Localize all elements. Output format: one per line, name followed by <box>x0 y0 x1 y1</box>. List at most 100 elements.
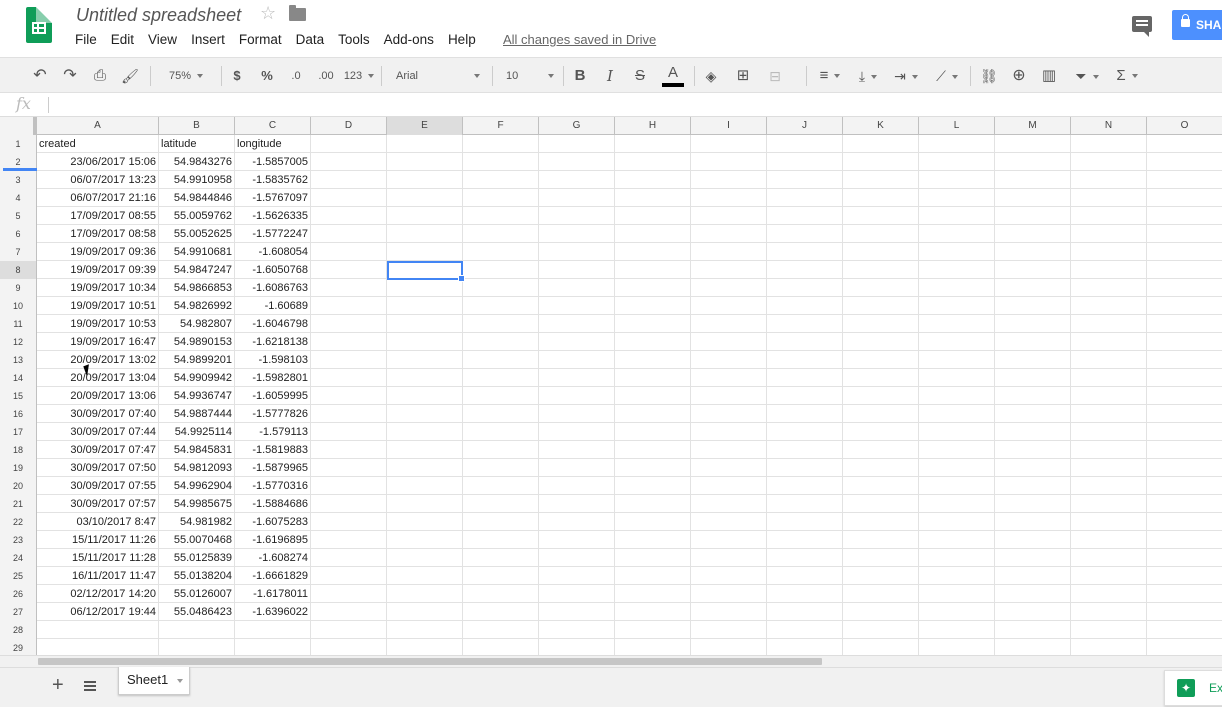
cell-d16[interactable] <box>311 405 387 423</box>
cell-k25[interactable] <box>843 567 919 585</box>
menu-data[interactable]: Data <box>289 31 332 49</box>
cell-j3[interactable] <box>767 171 843 189</box>
column-header-e[interactable]: E <box>387 117 463 135</box>
scrollbar-thumb[interactable] <box>38 658 822 665</box>
cell-o27[interactable] <box>1147 603 1222 621</box>
cell-f21[interactable] <box>463 495 539 513</box>
cell-h11[interactable] <box>615 315 691 333</box>
cell-h18[interactable] <box>615 441 691 459</box>
cell-e2[interactable] <box>387 153 463 171</box>
cell-e22[interactable] <box>387 513 463 531</box>
cell-g29[interactable] <box>539 639 615 655</box>
cell-d24[interactable] <box>311 549 387 567</box>
italic-button[interactable]: I <box>601 58 619 94</box>
cell-b28[interactable] <box>159 621 235 639</box>
cell-m21[interactable] <box>995 495 1071 513</box>
cell-g14[interactable] <box>539 369 615 387</box>
cell-g18[interactable] <box>539 441 615 459</box>
cell-i14[interactable] <box>691 369 767 387</box>
cell-e24[interactable] <box>387 549 463 567</box>
row-header[interactable]: 20 <box>0 477 37 495</box>
currency-button[interactable]: $ <box>228 58 246 94</box>
cell-n7[interactable] <box>1071 243 1147 261</box>
print-icon[interactable]: ⎙ <box>90 58 110 94</box>
cell-h13[interactable] <box>615 351 691 369</box>
cell-k1[interactable] <box>843 135 919 153</box>
sheet-tab-sheet1[interactable]: Sheet1 <box>118 667 190 695</box>
cell-c17[interactable]: -1.579113 <box>235 423 311 441</box>
cell-k8[interactable] <box>843 261 919 279</box>
row-header[interactable]: 9 <box>0 279 37 297</box>
cell-m1[interactable] <box>995 135 1071 153</box>
cell-k12[interactable] <box>843 333 919 351</box>
cell-b29[interactable] <box>159 639 235 655</box>
cell-i1[interactable] <box>691 135 767 153</box>
cell-b12[interactable]: 54.9890153 <box>159 333 235 351</box>
cell-a11[interactable]: 19/09/2017 10:53 <box>37 315 159 333</box>
cell-b16[interactable]: 54.9887444 <box>159 405 235 423</box>
column-header-l[interactable]: L <box>919 117 995 135</box>
cell-a9[interactable]: 19/09/2017 10:34 <box>37 279 159 297</box>
save-status-link[interactable]: All changes saved in Drive <box>503 31 656 49</box>
cell-g13[interactable] <box>539 351 615 369</box>
cell-f11[interactable] <box>463 315 539 333</box>
cell-e29[interactable] <box>387 639 463 655</box>
cell-a6[interactable]: 17/09/2017 08:58 <box>37 225 159 243</box>
cell-f23[interactable] <box>463 531 539 549</box>
row-header[interactable]: 28 <box>0 621 37 639</box>
cell-l25[interactable] <box>919 567 995 585</box>
cell-m26[interactable] <box>995 585 1071 603</box>
cell-d7[interactable] <box>311 243 387 261</box>
cell-e11[interactable] <box>387 315 463 333</box>
cell-f7[interactable] <box>463 243 539 261</box>
row-header[interactable]: 7 <box>0 243 37 261</box>
column-header-f[interactable]: F <box>463 117 539 135</box>
cell-h5[interactable] <box>615 207 691 225</box>
cell-g23[interactable] <box>539 531 615 549</box>
cell-b13[interactable]: 54.9899201 <box>159 351 235 369</box>
cell-j18[interactable] <box>767 441 843 459</box>
cell-i27[interactable] <box>691 603 767 621</box>
cell-n18[interactable] <box>1071 441 1147 459</box>
cell-h29[interactable] <box>615 639 691 655</box>
cell-i23[interactable] <box>691 531 767 549</box>
cell-e23[interactable] <box>387 531 463 549</box>
cell-a2[interactable]: 23/06/2017 15:06 <box>37 153 159 171</box>
font-select[interactable]: Arial <box>390 58 482 94</box>
cell-e1[interactable] <box>387 135 463 153</box>
cell-d25[interactable] <box>311 567 387 585</box>
cell-l28[interactable] <box>919 621 995 639</box>
cell-k16[interactable] <box>843 405 919 423</box>
cell-o15[interactable] <box>1147 387 1222 405</box>
cell-d10[interactable] <box>311 297 387 315</box>
cell-j20[interactable] <box>767 477 843 495</box>
cell-i10[interactable] <box>691 297 767 315</box>
insert-comment-icon[interactable]: ⊕ <box>1008 58 1030 94</box>
cell-l20[interactable] <box>919 477 995 495</box>
cell-d13[interactable] <box>311 351 387 369</box>
cell-n23[interactable] <box>1071 531 1147 549</box>
cell-b10[interactable]: 54.9826992 <box>159 297 235 315</box>
cell-f10[interactable] <box>463 297 539 315</box>
column-header-a[interactable]: A <box>37 117 159 135</box>
cell-o13[interactable] <box>1147 351 1222 369</box>
cell-o29[interactable] <box>1147 639 1222 655</box>
cell-a22[interactable]: 03/10/2017 8:47 <box>37 513 159 531</box>
cell-d12[interactable] <box>311 333 387 351</box>
cell-m3[interactable] <box>995 171 1071 189</box>
row-header[interactable]: 15 <box>0 387 37 405</box>
cell-j1[interactable] <box>767 135 843 153</box>
cell-k10[interactable] <box>843 297 919 315</box>
cell-a12[interactable]: 19/09/2017 16:47 <box>37 333 159 351</box>
cell-k15[interactable] <box>843 387 919 405</box>
menu-file[interactable]: File <box>68 31 104 49</box>
cell-o26[interactable] <box>1147 585 1222 603</box>
cell-g28[interactable] <box>539 621 615 639</box>
cell-c16[interactable]: -1.5777826 <box>235 405 311 423</box>
cell-c21[interactable]: -1.5884686 <box>235 495 311 513</box>
cell-i11[interactable] <box>691 315 767 333</box>
cell-n2[interactable] <box>1071 153 1147 171</box>
cell-e9[interactable] <box>387 279 463 297</box>
cell-n6[interactable] <box>1071 225 1147 243</box>
cell-e27[interactable] <box>387 603 463 621</box>
